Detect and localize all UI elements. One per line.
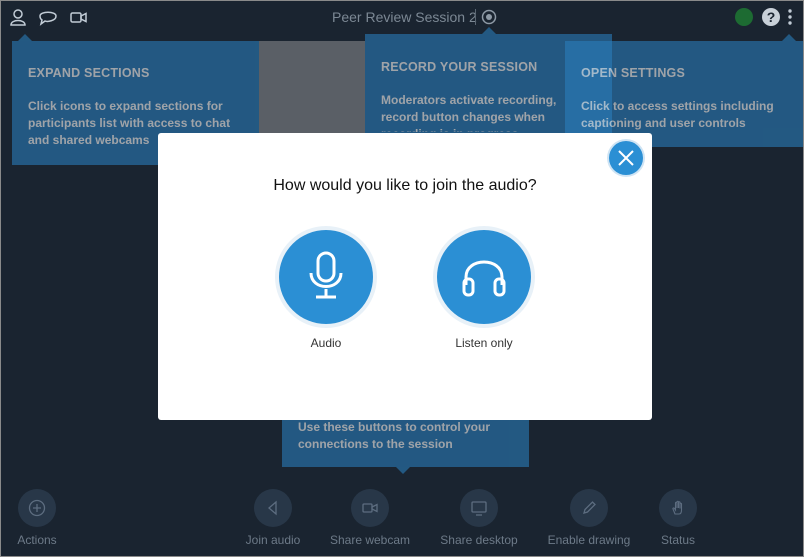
listen-only-option-label: Listen only xyxy=(455,336,513,350)
record-icon[interactable] xyxy=(481,9,497,25)
tooltip-body: Moderators activate recording, record bu… xyxy=(381,93,557,132)
share-webcam-label: Share webcam xyxy=(329,533,411,547)
tooltip-title: OPEN SETTINGS xyxy=(581,66,686,80)
pencil-icon xyxy=(570,489,608,527)
session-title: Peer Review Session 2 xyxy=(332,9,477,25)
bottom-action-bar: Actions Join audio Share webcam Share de… xyxy=(1,485,803,556)
tooltip-open-settings: OPEN SETTINGS Click to access settings i… xyxy=(565,41,803,147)
close-button[interactable] xyxy=(609,141,643,175)
share-webcam-button[interactable]: Share webcam xyxy=(325,489,415,547)
join-audio-button[interactable]: Join audio xyxy=(228,489,318,547)
join-audio-label: Join audio xyxy=(245,533,301,547)
tooltip-arrow xyxy=(396,467,410,474)
tooltip-arrow xyxy=(18,34,32,41)
tooltip-arrow xyxy=(482,27,496,34)
kebab-menu-icon[interactable] xyxy=(786,7,794,27)
plus-icon xyxy=(18,489,56,527)
user-icon[interactable] xyxy=(7,7,29,27)
top-bar: Peer Review Session 2 ? xyxy=(1,1,803,34)
audio-icon xyxy=(254,489,292,527)
connection-status-icon[interactable] xyxy=(735,8,753,26)
tooltip-body: Use these buttons to control your connec… xyxy=(298,420,491,451)
webcam-icon xyxy=(351,489,389,527)
listen-only-option-button[interactable]: Listen only xyxy=(424,230,544,350)
app-window: Peer Review Session 2 ? EXPAND SECTIONS … xyxy=(0,0,804,557)
audio-option-label: Audio xyxy=(310,336,342,350)
headphones-icon xyxy=(437,230,531,324)
enable-drawing-button[interactable]: Enable drawing xyxy=(544,489,634,547)
share-desktop-label: Share desktop xyxy=(440,533,518,547)
desktop-icon xyxy=(460,489,498,527)
tooltip-arrow xyxy=(782,34,796,41)
tooltip-title: RECORD YOUR SESSION xyxy=(381,60,538,74)
tooltip-body: Click to access settings including capti… xyxy=(581,99,774,130)
tooltip-title: EXPAND SECTIONS xyxy=(28,66,150,80)
webcam-icon[interactable] xyxy=(67,7,89,27)
audio-option-button[interactable]: Audio xyxy=(266,230,386,350)
modal-title: How would you like to join the audio? xyxy=(273,177,537,194)
actions-label: Actions xyxy=(17,533,57,547)
help-icon[interactable]: ? xyxy=(762,8,780,26)
actions-button[interactable]: Actions xyxy=(1,489,82,547)
chat-icon[interactable] xyxy=(37,7,59,27)
status-button[interactable]: Status xyxy=(633,489,723,547)
hand-icon xyxy=(659,489,697,527)
close-icon xyxy=(618,150,634,166)
status-label: Status xyxy=(660,533,696,547)
presentation-area xyxy=(259,41,365,133)
microphone-icon xyxy=(279,230,373,324)
share-desktop-button[interactable]: Share desktop xyxy=(434,489,524,547)
title-divider xyxy=(475,9,476,25)
enable-drawing-label: Enable drawing xyxy=(547,533,631,547)
join-audio-modal: How would you like to join the audio? Au… xyxy=(158,133,652,420)
